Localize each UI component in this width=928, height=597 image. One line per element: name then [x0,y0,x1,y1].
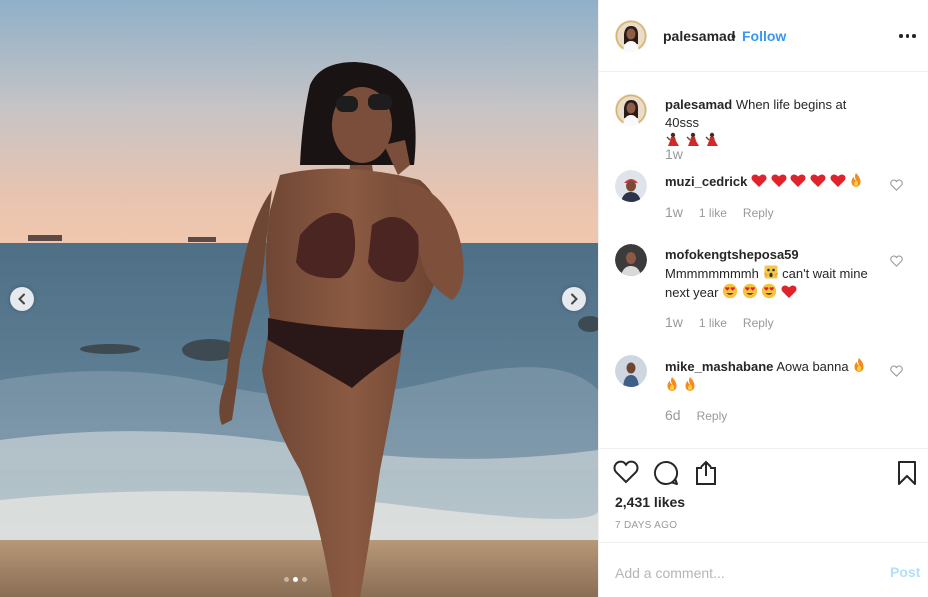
reply-button[interactable]: Reply [743,206,774,220]
more-icon-dot [905,34,909,38]
caption-time: 1w [665,146,683,162]
fire-emoji [854,358,864,372]
small-heart-icon[interactable] [890,179,903,191]
reply-button[interactable]: Reply [697,409,728,423]
heart-icon[interactable] [613,460,639,484]
beach-photo [0,0,598,597]
comment-icon[interactable] [653,460,679,486]
small-heart-icon[interactable] [890,365,903,377]
comment-username[interactable]: mofokengtsheposa59 [665,247,799,262]
comment-time: 1w [665,204,683,220]
avatar[interactable] [615,355,647,387]
heart-eyes-emoji [722,283,738,299]
comment-like-count[interactable]: 1 like [699,316,727,330]
comment-text: mike_mashabane Aowa banna [665,357,880,395]
more-icon-dot [912,34,916,38]
comment-time: 6d [665,407,681,423]
comment-meta: 1w 1 like Reply [665,314,774,330]
avatar[interactable] [615,170,647,202]
heart-eyes-emoji [742,283,757,299]
like-count[interactable]: 2,431 likes [615,494,685,510]
comment-meta: 6d Reply [665,407,727,423]
chevron-left-icon [18,293,25,305]
caption-username[interactable]: palesamad [665,97,732,112]
post-age: 7 DAYS AGO [615,520,678,531]
red-heart-emoji [781,285,797,298]
share-icon[interactable] [694,460,718,486]
follow-button[interactable]: Follow [742,28,786,44]
dancer-emoji [686,132,699,146]
comment-body: Mmmmmmmmh [665,266,759,281]
post-header: palesamad • Follow [599,0,928,72]
avatar[interactable] [615,244,647,276]
previous-photo-button[interactable] [10,287,34,311]
caption-text: palesamad When life begins at 40sss [665,96,880,151]
separator-dot: • [731,28,736,44]
comment-text: mofokengtsheposa59 Mmmmmmmmh can't wait … [665,246,880,302]
more-options-button[interactable] [899,34,916,38]
fire-emoji [685,377,695,391]
comment-body: Aowa banna [776,359,849,374]
post-side-panel: palesamad • Follow palesamad When life b… [598,0,928,597]
comment-username[interactable]: muzi_cedrick [665,174,747,189]
chevron-right-icon [571,293,578,305]
scream-emoji [763,265,778,279]
comment-username[interactable]: mike_mashabane [665,359,773,374]
small-heart-icon[interactable] [890,255,903,267]
post-photo[interactable] [0,0,598,597]
heart-eyes-emoji [762,283,777,299]
action-bar: 2,431 likes 7 DAYS AGO [599,448,928,542]
header-username[interactable]: palesamad [663,28,735,44]
comment-time: 1w [665,314,683,330]
red-heart-emoji [810,174,826,187]
slide-indicator [284,577,307,582]
caption-meta: 1w [665,146,683,162]
dancer-emoji [705,132,719,146]
red-heart-emoji [751,174,767,187]
fire-emoji [667,377,677,391]
comment-input[interactable]: Add a comment... [615,565,725,581]
slide-dot [284,577,289,582]
next-photo-button[interactable] [562,287,586,311]
red-heart-emoji [771,174,787,187]
add-comment-bar: Add a comment... Post [599,542,928,597]
slide-dot [302,577,307,582]
red-heart-emoji [830,174,845,187]
fire-emoji [851,173,861,187]
bookmark-icon[interactable] [897,460,917,486]
comment-like-count[interactable]: 1 like [699,206,727,220]
post-modal: palesamad • Follow palesamad When life b… [0,0,928,597]
more-icon [899,34,903,38]
comment-meta: 1w 1 like Reply [665,204,774,220]
red-heart-emoji [790,174,806,187]
comment-text: muzi_cedrick [665,172,880,191]
reply-button[interactable]: Reply [743,316,774,330]
avatar[interactable] [615,94,647,126]
slide-dot-active [293,577,298,582]
avatar[interactable] [615,20,647,52]
comments-list[interactable]: palesamad When life begins at 40sss 1w m… [599,72,928,448]
post-button[interactable]: Post [890,564,920,580]
heart-emoji-group [751,173,863,189]
